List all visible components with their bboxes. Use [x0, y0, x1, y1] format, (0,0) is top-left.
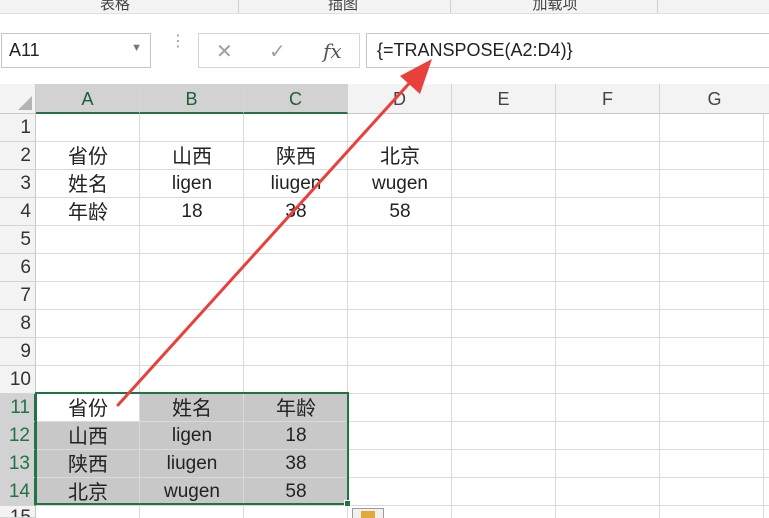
row-header-13[interactable]: 13 — [0, 450, 36, 478]
row-header-3[interactable]: 3 — [0, 170, 36, 198]
column-header-g[interactable]: G — [660, 84, 769, 114]
cell-a4[interactable]: 年龄 — [36, 198, 140, 226]
column-header-e[interactable]: E — [452, 84, 556, 114]
row-header-5[interactable]: 5 — [0, 226, 36, 254]
cell-b3[interactable]: ligen — [140, 170, 244, 198]
row-header-1[interactable]: 1 — [0, 114, 36, 142]
row-header-2[interactable]: 2 — [0, 142, 36, 170]
chevron-down-icon[interactable]: ▼ — [131, 42, 142, 54]
ribbon-group-addins: 加载项 — [532, 0, 578, 13]
column-header-f[interactable]: F — [556, 84, 660, 114]
cell-a3[interactable]: 姓名 — [36, 170, 140, 198]
quick-analysis-icon — [361, 511, 375, 518]
ribbon-separator — [450, 0, 451, 13]
cell-d2[interactable]: 北京 — [348, 142, 452, 170]
name-box[interactable]: A11 ▼ — [1, 33, 151, 68]
insert-function-icon[interactable]: fx — [323, 39, 342, 63]
select-all-button[interactable] — [0, 84, 36, 114]
cell-b2[interactable]: 山西 — [140, 142, 244, 170]
cell-d3[interactable]: wugen — [348, 170, 452, 198]
column-header-b[interactable]: B — [140, 84, 244, 114]
column-header-a[interactable]: A — [36, 84, 140, 114]
name-box-value: A11 — [9, 40, 40, 60]
cell-c4[interactable]: 38 — [244, 198, 348, 226]
ribbon-group-illustrations: 插图 — [327, 0, 358, 13]
row-header-6[interactable]: 6 — [0, 254, 36, 282]
fill-handle[interactable] — [344, 500, 351, 507]
ribbon-group-labels: 表格 插图 加载项 — [0, 0, 769, 14]
row-header-14[interactable]: 14 — [0, 478, 36, 506]
formula-bar-resize-handle[interactable]: ⋮ — [170, 34, 186, 50]
formula-input[interactable]: {=TRANSPOSE(A2:D4)} — [366, 33, 769, 68]
cell-d4[interactable]: 58 — [348, 198, 452, 226]
row-header-7[interactable]: 7 — [0, 282, 36, 310]
cell-b4[interactable]: 18 — [140, 198, 244, 226]
ribbon-separator — [657, 0, 658, 13]
quick-analysis-button[interactable] — [352, 508, 384, 518]
formula-text: {=TRANSPOSE(A2:D4)} — [377, 40, 573, 60]
row-header-9[interactable]: 9 — [0, 338, 36, 366]
selection-range — [35, 392, 349, 505]
ribbon-group-tables: 表格 — [99, 0, 130, 13]
enter-icon[interactable]: ✓ — [269, 39, 286, 64]
row-header-12[interactable]: 12 — [0, 422, 36, 450]
cell-a2[interactable]: 省份 — [36, 142, 140, 170]
formula-buttons: ✕ ✓ fx — [198, 33, 360, 68]
row-header-10[interactable]: 10 — [0, 366, 36, 394]
row-header-8[interactable]: 8 — [0, 310, 36, 338]
cell-c3[interactable]: liugen — [244, 170, 348, 198]
column-header-c[interactable]: C — [244, 84, 348, 114]
cell-c2[interactable]: 陕西 — [244, 142, 348, 170]
row-header-11[interactable]: 11 — [0, 394, 36, 422]
ribbon-separator — [238, 0, 239, 13]
row-header-15[interactable]: 15 — [0, 506, 36, 518]
column-header-d[interactable]: D — [348, 84, 452, 114]
row-header-4[interactable]: 4 — [0, 198, 36, 226]
cancel-icon[interactable]: ✕ — [216, 39, 233, 64]
